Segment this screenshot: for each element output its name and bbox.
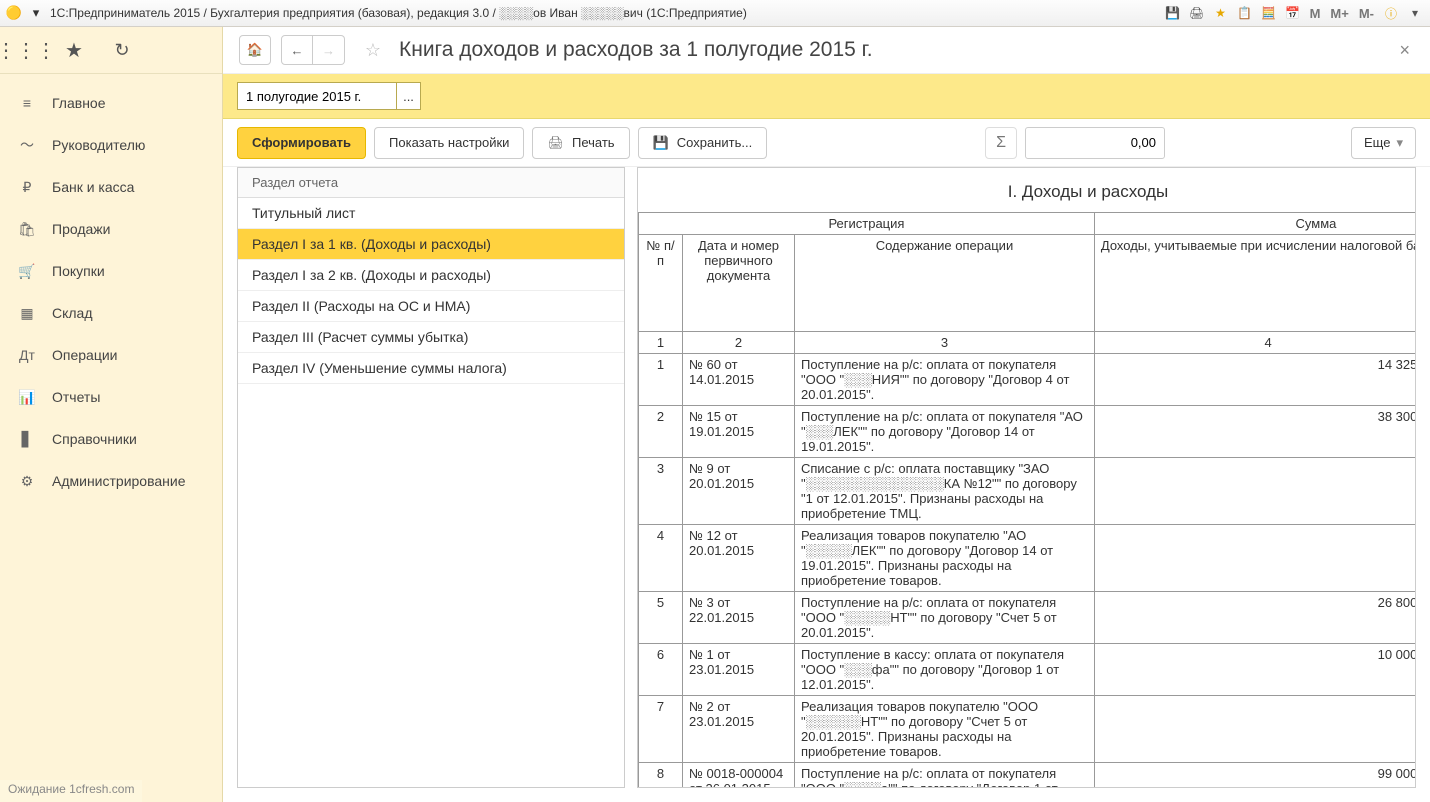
table-row[interactable]: 8№ 0018-000004 от 26.01.2015Поступление … bbox=[639, 763, 1417, 789]
sidebar-item-8[interactable]: ▋ Справочники bbox=[0, 418, 222, 460]
sidebar-item-label: Главное bbox=[52, 95, 106, 111]
sidebar-icon: 〜 bbox=[18, 135, 36, 155]
save-button[interactable]: 💾Сохранить... bbox=[638, 127, 768, 159]
col-date: Дата и номер первичного документа bbox=[683, 235, 795, 332]
section-item-3[interactable]: Раздел II (Расходы на ОС и НМА) bbox=[238, 291, 624, 322]
sidebar-icon: ▦ bbox=[18, 305, 36, 322]
sidebar-item-label: Администрирование bbox=[52, 473, 186, 489]
sidebar-item-label: Справочники bbox=[52, 431, 137, 447]
sidebar-item-label: Склад bbox=[52, 305, 93, 321]
sidebar-item-0[interactable]: ≡ Главное bbox=[0, 82, 222, 124]
page-header: 🏠 ← → ☆ Книга доходов и расходов за 1 по… bbox=[223, 27, 1430, 74]
sidebar-item-label: Продажи bbox=[52, 221, 110, 237]
star-icon[interactable]: ★ bbox=[1212, 4, 1230, 22]
close-button[interactable]: × bbox=[1395, 36, 1414, 65]
titlebar: 🟡 ▾ 1С:Предприниматель 2015 / Бухгалтери… bbox=[0, 0, 1430, 27]
save-icon[interactable]: 💾 bbox=[1164, 4, 1182, 22]
section-item-2[interactable]: Раздел I за 2 кв. (Доходы и расходы) bbox=[238, 260, 624, 291]
clipboard-icon[interactable]: 📋 bbox=[1236, 4, 1254, 22]
table-row[interactable]: 1№ 60 от 14.01.2015Поступление на р/с: о… bbox=[639, 354, 1417, 406]
memory-mminus-button[interactable]: M- bbox=[1357, 6, 1376, 21]
generate-button[interactable]: Сформировать bbox=[237, 127, 366, 159]
table-row[interactable]: 7№ 2 от 23.01.2015Реализация товаров пок… bbox=[639, 696, 1417, 763]
section-item-5[interactable]: Раздел IV (Уменьшение суммы налога) bbox=[238, 353, 624, 384]
favorites-icon[interactable]: ★ bbox=[62, 38, 86, 62]
calendar-icon[interactable]: 📅 bbox=[1284, 4, 1302, 22]
report-table: Регистрация Сумма № п/п Дата и номер пер… bbox=[638, 212, 1416, 788]
sidebar-icon: ≡ bbox=[18, 95, 36, 111]
show-settings-button[interactable]: Показать настройки bbox=[374, 127, 524, 159]
table-row[interactable]: 3№ 9 от 20.01.2015Списание с р/с: оплата… bbox=[639, 458, 1417, 525]
col-number: № п/п bbox=[639, 235, 683, 332]
sidebar: ⋮⋮⋮ ★ ↻ ≡ Главное 〜 Руководителю ₽ Банк и кас… bbox=[0, 27, 223, 802]
table-row[interactable]: 2№ 15 от 19.01.2015Поступление на р/с: о… bbox=[639, 406, 1417, 458]
sidebar-icon: 📊 bbox=[18, 389, 36, 406]
sidebar-item-9[interactable]: ⚙ Администрирование bbox=[0, 460, 222, 502]
col-group-sum: Сумма bbox=[1094, 213, 1416, 235]
home-button[interactable]: 🏠 bbox=[239, 35, 271, 65]
help-icon[interactable]: ⓘ bbox=[1382, 4, 1400, 22]
window-title: 1С:Предприниматель 2015 / Бухгалтерия пр… bbox=[50, 6, 747, 20]
memory-mplus-button[interactable]: M+ bbox=[1328, 6, 1350, 21]
sum-input[interactable] bbox=[1025, 127, 1165, 159]
sidebar-icon: ▋ bbox=[18, 431, 36, 448]
history-icon[interactable]: ↻ bbox=[110, 38, 134, 62]
sidebar-item-4[interactable]: 🛒 Покупки bbox=[0, 250, 222, 292]
period-input[interactable] bbox=[237, 82, 397, 110]
col-group-registration: Регистрация bbox=[639, 213, 1095, 235]
report-panel[interactable]: I. Доходы и расходы Регистрация Сумма № … bbox=[637, 167, 1416, 788]
favorite-star-icon[interactable]: ☆ bbox=[361, 38, 385, 62]
period-picker-button[interactable]: ... bbox=[397, 82, 421, 110]
sidebar-item-label: Банк и касса bbox=[52, 179, 134, 195]
sidebar-icon: Дт bbox=[18, 347, 36, 363]
print-button[interactable]: 🖨Печать bbox=[532, 127, 629, 159]
disk-icon: 💾 bbox=[653, 135, 669, 151]
table-row[interactable]: 4№ 12 от 20.01.2015Реализация товаров по… bbox=[639, 525, 1417, 592]
sidebar-item-1[interactable]: 〜 Руководителю bbox=[0, 124, 222, 166]
table-row[interactable]: 6№ 1 от 23.01.2015Поступление в кассу: о… bbox=[639, 644, 1417, 696]
apps-icon[interactable]: ⋮⋮⋮ bbox=[14, 38, 38, 62]
memory-m-button[interactable]: M bbox=[1308, 6, 1323, 21]
print-icon[interactable]: 🖨 bbox=[1188, 4, 1206, 22]
sidebar-icon: ₽ bbox=[18, 179, 36, 196]
back-button[interactable]: ← bbox=[281, 35, 313, 65]
calc-icon[interactable]: 🧮 bbox=[1260, 4, 1278, 22]
more-button[interactable]: Еще▾ bbox=[1351, 127, 1416, 159]
section-item-0[interactable]: Титульный лист bbox=[238, 198, 624, 229]
sigma-button[interactable]: Σ bbox=[985, 127, 1017, 159]
sidebar-icon: ⚙ bbox=[18, 473, 36, 490]
sidebar-icon: 🛒 bbox=[18, 263, 36, 280]
period-bar: ... bbox=[223, 74, 1430, 119]
forward-button[interactable]: → bbox=[313, 35, 345, 65]
status-bar: Ожидание 1cfresh.com bbox=[0, 780, 142, 802]
col-income: Доходы, учитываемые при исчислении налог… bbox=[1094, 235, 1416, 332]
sidebar-item-5[interactable]: ▦ Склад bbox=[0, 292, 222, 334]
printer-icon: 🖨 bbox=[547, 135, 564, 151]
sidebar-icon: 🛍 bbox=[18, 221, 36, 238]
sidebar-item-label: Операции bbox=[52, 347, 118, 363]
sidebar-item-2[interactable]: ₽ Банк и касса bbox=[0, 166, 222, 208]
chevron-down-icon: ▾ bbox=[1396, 135, 1403, 151]
sidebar-item-label: Руководителю bbox=[52, 137, 145, 153]
sections-panel: Раздел отчета Титульный листРаздел I за … bbox=[237, 167, 625, 788]
dropdown-icon[interactable]: ▾ bbox=[28, 5, 44, 21]
report-title: I. Доходы и расходы bbox=[638, 168, 1416, 212]
sidebar-item-label: Отчеты bbox=[52, 389, 100, 405]
section-item-1[interactable]: Раздел I за 1 кв. (Доходы и расходы) bbox=[238, 229, 624, 260]
sidebar-item-label: Покупки bbox=[52, 263, 105, 279]
page-title: Книга доходов и расходов за 1 полугодие … bbox=[399, 38, 1385, 62]
table-row[interactable]: 5№ 3 от 22.01.2015Поступление на р/с: оп… bbox=[639, 592, 1417, 644]
toolbar: Сформировать Показать настройки 🖨Печать … bbox=[223, 119, 1430, 167]
section-item-4[interactable]: Раздел III (Расчет суммы убытка) bbox=[238, 322, 624, 353]
col-description: Содержание операции bbox=[795, 235, 1095, 332]
sidebar-item-6[interactable]: Дт Операции bbox=[0, 334, 222, 376]
app-icon: 🟡 bbox=[6, 5, 22, 21]
sidebar-item-7[interactable]: 📊 Отчеты bbox=[0, 376, 222, 418]
sections-header: Раздел отчета bbox=[238, 168, 624, 198]
sidebar-item-3[interactable]: 🛍 Продажи bbox=[0, 208, 222, 250]
help-dropdown-icon[interactable]: ▾ bbox=[1406, 4, 1424, 22]
